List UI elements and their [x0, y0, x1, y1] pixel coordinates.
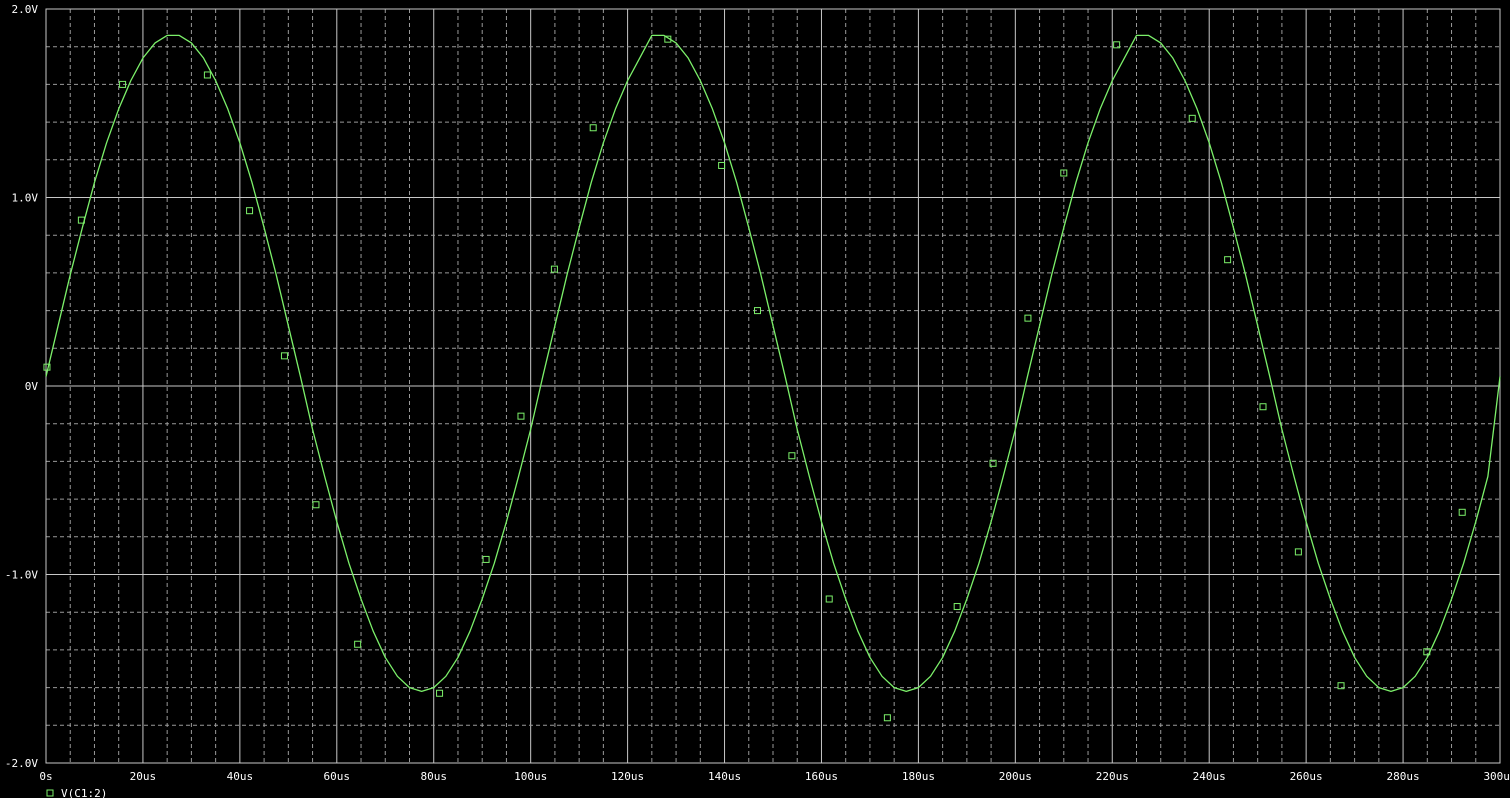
x-tick-label: 160us [805, 770, 838, 783]
x-tick-label: 120us [611, 770, 644, 783]
x-tick-label: 260us [1290, 770, 1323, 783]
grid [45, 8, 1501, 764]
y-tick-label: -2.0V [5, 757, 38, 770]
y-tick-label: 0V [25, 380, 39, 393]
x-tick-label: 240us [1193, 770, 1226, 783]
x-tick-label: 100us [514, 770, 547, 783]
x-tick-label: 60us [324, 770, 351, 783]
x-tick-label: 280us [1387, 770, 1420, 783]
y-tick-label: 2.0V [12, 3, 39, 16]
plot-background [0, 0, 1510, 798]
x-tick-label: 300us [1483, 770, 1510, 783]
x-tick-label: 200us [999, 770, 1032, 783]
x-tick-label: 180us [902, 770, 935, 783]
x-tick-label: 20us [130, 770, 157, 783]
x-tick-label: 220us [1096, 770, 1129, 783]
x-tick-label: 0s [39, 770, 52, 783]
x-tick-label: 140us [708, 770, 741, 783]
y-tick-label: -1.0V [5, 569, 38, 582]
x-tick-label: 40us [227, 770, 254, 783]
y-tick-label: 1.0V [12, 192, 39, 205]
legend-label: V(C1:2) [61, 787, 107, 798]
waveform-plot: 0s 20us 40us 60us 80us 100us 120us 140us 160us 18… [0, 0, 1510, 798]
x-tick-label: 80us [420, 770, 447, 783]
